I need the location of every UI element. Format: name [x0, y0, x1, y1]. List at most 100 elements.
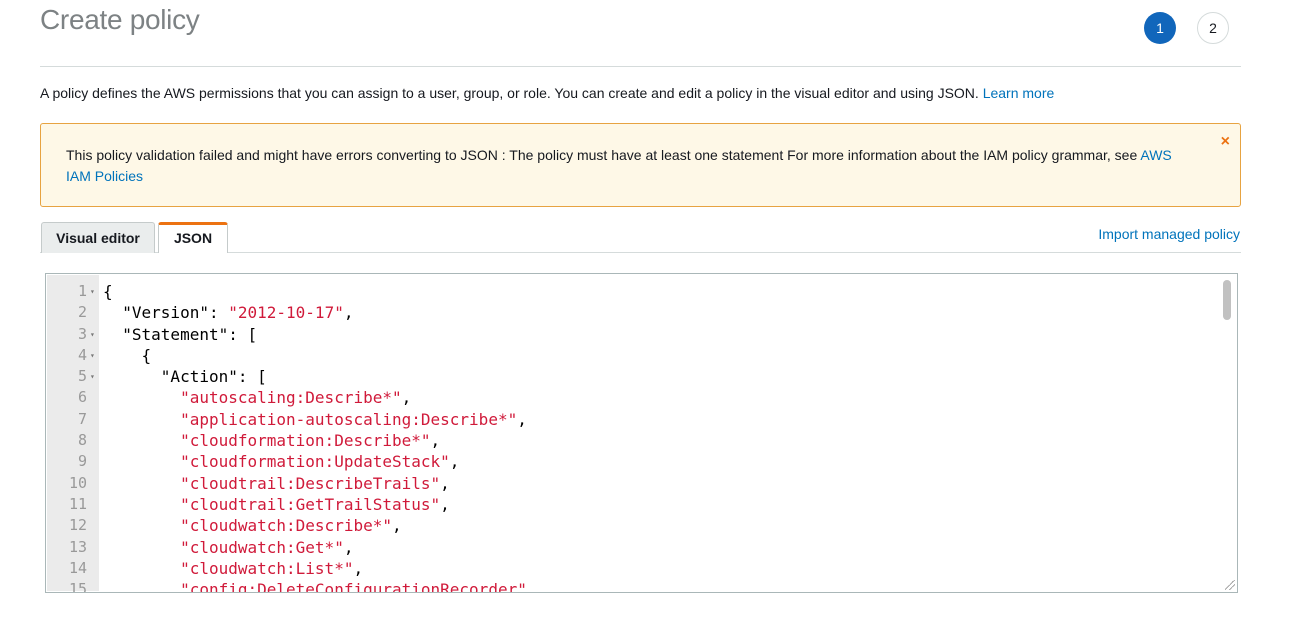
code-text: "Action": [ [103, 366, 267, 387]
code-suffix: , [401, 388, 412, 408]
line-number: 1 [77, 282, 87, 300]
code-key: "Statement": [122, 324, 248, 344]
code-line: 6 "autoscaling:Describe*", [46, 387, 1237, 408]
code-suffix: , [353, 558, 364, 578]
line-number: 12 [68, 516, 87, 535]
code-value: "cloudwatch:Describe*" [180, 516, 392, 536]
code-text: "cloudformation:UpdateStack", [103, 451, 459, 472]
code-suffix: , [449, 452, 460, 472]
code-line: 9 "cloudformation:UpdateStack", [46, 451, 1237, 472]
code-value: "cloudtrail:GetTrailStatus" [180, 494, 441, 514]
code-line: 5 ▾ "Action": [ [46, 366, 1237, 387]
code-value: "cloudformation:Describe*" [180, 431, 431, 451]
code-suffix: , [517, 409, 527, 429]
page-title: Create policy [40, 4, 200, 35]
code-line: 15 "config:DeleteConfigurationRecorder", [46, 579, 1237, 593]
fold-arrow-icon[interactable]: ▾ [90, 324, 98, 345]
code-lines: 1 ▾{2 "Version": "2012-10-17", 3 ▾ "Stateme… [46, 281, 1237, 593]
line-number: 13 [68, 537, 87, 556]
code-suffix: [ [257, 367, 267, 387]
editor-scrollbar-thumb[interactable] [1223, 280, 1231, 320]
code-text: { [103, 281, 113, 302]
step-1-indicator[interactable]: 1 [1144, 12, 1176, 44]
code-text: "cloudwatch:Describe*", [103, 515, 402, 536]
import-managed-policy-link[interactable]: Import managed policy [1098, 226, 1240, 242]
code-suffix: { [141, 345, 152, 365]
code-line: 10 "cloudtrail:DescribeTrails", [46, 473, 1237, 494]
code-value: "cloudtrail:DescribeTrails" [180, 473, 441, 493]
line-number: 2 [77, 303, 87, 322]
code-suffix: , [391, 516, 402, 536]
code-value: "cloudwatch:List*" [180, 558, 354, 578]
line-number: 5 [77, 367, 87, 386]
code-key: "Version": [122, 303, 229, 323]
json-code-editor[interactable]: 1 ▾{2 "Version": "2012-10-17", 3 ▾ "Stateme… [45, 273, 1238, 593]
code-suffix: , [440, 473, 450, 493]
code-text: "cloudtrail:GetTrailStatus", [103, 494, 450, 515]
code-text: "Statement": [ [103, 324, 257, 345]
line-number: 15 [68, 580, 87, 593]
code-suffix: , [440, 494, 450, 514]
code-line: 2 "Version": "2012-10-17", [46, 302, 1237, 323]
header-divider [40, 66, 1241, 67]
code-text: "Version": "2012-10-17", [103, 302, 353, 323]
fold-arrow-icon[interactable]: ▾ [90, 345, 98, 366]
line-number: 14 [68, 558, 87, 577]
resize-handle-icon[interactable] [1225, 580, 1235, 590]
line-number: 6 [77, 388, 87, 407]
line-number: 11 [68, 494, 87, 513]
code-value: "application-autoscaling:Describe*" [180, 409, 518, 429]
code-line: 4 ▾ { [46, 345, 1237, 366]
code-line: 8 "cloudformation:Describe*", [46, 430, 1237, 451]
step-2-indicator[interactable]: 2 [1197, 12, 1229, 44]
code-key: "Action": [160, 367, 258, 387]
code-line: 1 ▾ { [46, 281, 1237, 302]
code-line: 3 ▾ "Statement": [ [46, 324, 1237, 345]
line-number: 8 [77, 431, 87, 450]
intro-text: A policy defines the AWS permissions tha… [40, 85, 1054, 101]
code-text: "cloudtrail:DescribeTrails", [103, 473, 450, 494]
close-icon[interactable]: × [1221, 131, 1230, 152]
line-number: 4 [77, 345, 87, 364]
code-suffix: , [343, 303, 354, 323]
line-number: 9 [77, 452, 87, 471]
tab-json[interactable]: JSON [158, 222, 228, 253]
fold-arrow-icon[interactable]: ▾ [90, 281, 98, 302]
code-text: "autoscaling:Describe*", [103, 387, 411, 408]
code-text: "config:DeleteConfigurationRecorder", [103, 579, 537, 593]
code-value: "cloudwatch:Get*" [180, 537, 344, 557]
code-text: "cloudwatch:Get*", [103, 537, 353, 558]
alert-message: This policy validation failed and might … [66, 147, 1138, 163]
code-line: 12 "cloudwatch:Describe*", [46, 515, 1237, 536]
code-value: "autoscaling:Describe*" [180, 388, 402, 408]
code-line: 14 "cloudwatch:List*", [46, 558, 1237, 579]
code-value: "config:DeleteConfigurationRecorder" [180, 580, 527, 593]
line-number: 10 [68, 473, 87, 492]
code-line: 13 "cloudwatch:Get*", [46, 537, 1237, 558]
fold-arrow-icon[interactable]: ▾ [90, 366, 98, 387]
code-line: 11 "cloudtrail:GetTrailStatus", [46, 494, 1237, 515]
code-suffix: { [103, 282, 113, 301]
learn-more-link[interactable]: Learn more [983, 85, 1055, 101]
editor-scrollbar-track [1218, 275, 1236, 591]
validation-warning-alert: This policy validation failed and might … [40, 123, 1241, 207]
code-text: "application-autoscaling:Describe*", [103, 409, 527, 430]
line-number: 3 [77, 324, 87, 343]
code-suffix: , [526, 580, 537, 593]
code-value: "2012-10-17" [228, 303, 344, 323]
tab-visual-editor[interactable]: Visual editor [41, 222, 155, 253]
code-suffix: [ [247, 324, 258, 344]
